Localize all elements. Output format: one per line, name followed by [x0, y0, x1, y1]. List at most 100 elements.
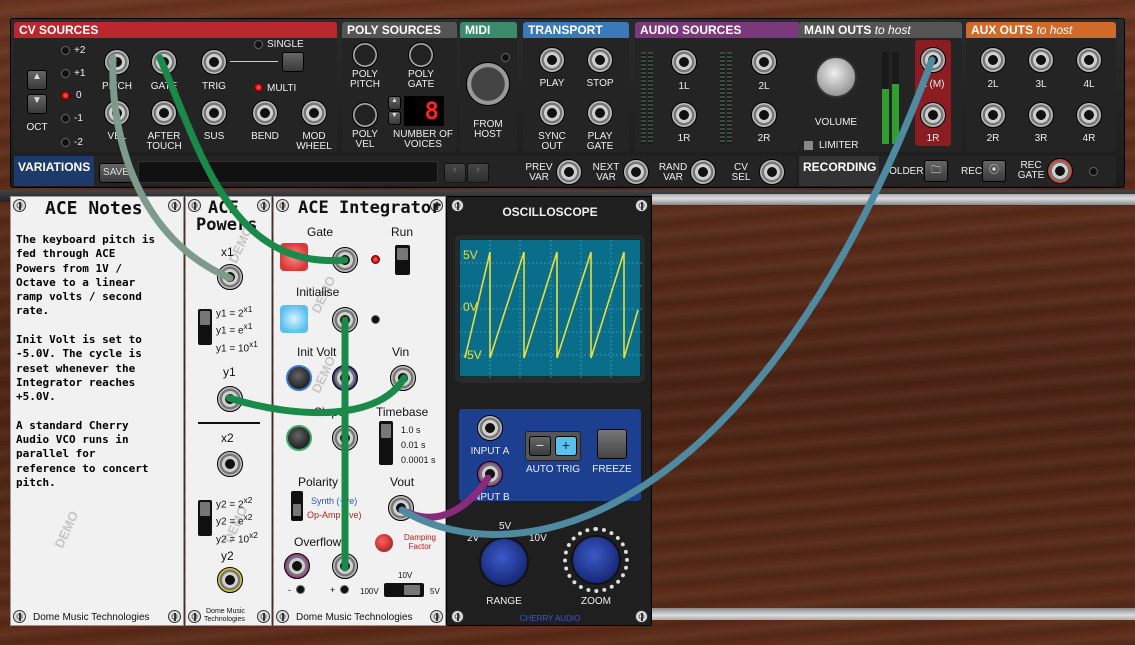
- screw: [257, 199, 270, 212]
- folder-button[interactable]: 🗀: [924, 160, 948, 182]
- auto-trig-label: AUTO TRIG: [525, 464, 581, 475]
- minus-sign: -: [288, 585, 291, 595]
- init-volt-jack[interactable]: [332, 365, 358, 391]
- range-mark-5v: 5V: [499, 521, 512, 532]
- y2-jack[interactable]: [217, 567, 243, 593]
- oct-up-button[interactable]: ▲: [27, 70, 47, 90]
- scope-waveform: [460, 240, 642, 378]
- poly-gate-jack[interactable]: [408, 42, 434, 68]
- range-knob[interactable]: [479, 537, 529, 587]
- play-gate-jack[interactable]: [587, 100, 613, 126]
- audio-sources-section: AUDIO SOURCES 1L 2L 1R 2R: [635, 22, 800, 152]
- play-label: PLAY: [539, 78, 565, 89]
- limiter-checkbox[interactable]: [803, 140, 814, 151]
- freeze-button[interactable]: [597, 429, 627, 459]
- midi-section: MIDI FROM HOST: [460, 22, 517, 152]
- voices-down-button[interactable]: ▼: [388, 111, 401, 125]
- sync-out-label: SYNC OUT: [538, 131, 566, 152]
- input-a-jack[interactable]: [477, 415, 503, 441]
- audio-2r-jack[interactable]: [751, 102, 777, 128]
- auto-trig-minus-button[interactable]: −: [529, 436, 551, 456]
- overflow-range-switch[interactable]: [384, 583, 424, 597]
- bend-jack[interactable]: [252, 100, 278, 126]
- y1-function-switch[interactable]: [198, 309, 212, 345]
- slope-knob[interactable]: [286, 425, 312, 451]
- after-touch-jack[interactable]: [151, 100, 177, 126]
- aux-3l-jack[interactable]: [1028, 47, 1054, 73]
- poly-sources-section: POLY SOURCES POLY PITCH POLY GATE POLY V…: [342, 22, 457, 152]
- x1-jack[interactable]: [217, 264, 243, 290]
- variations-next-arrow[interactable]: ›: [467, 163, 489, 183]
- play-jack[interactable]: [539, 47, 565, 73]
- v5-label: 5V: [430, 587, 440, 596]
- polarity-switch[interactable]: [291, 491, 303, 521]
- rec-gate-jack[interactable]: [1047, 158, 1073, 184]
- aux-2r-jack[interactable]: [980, 102, 1006, 128]
- screw: [430, 610, 443, 623]
- damping-knob[interactable]: [375, 534, 393, 552]
- cv-sel-jack[interactable]: [759, 159, 785, 185]
- audio-sources-title: AUDIO SOURCES: [635, 22, 800, 38]
- audio-2r-label: 2R: [757, 133, 771, 144]
- screw: [188, 610, 201, 623]
- poly-vel-jack[interactable]: [352, 102, 378, 128]
- slope-jack[interactable]: [332, 425, 358, 451]
- rec-button[interactable]: ⦿: [982, 160, 1006, 182]
- audio-1r-jack[interactable]: [671, 102, 697, 128]
- screw: [188, 199, 201, 212]
- x2-jack[interactable]: [217, 451, 243, 477]
- slope-label: Slope: [314, 405, 345, 419]
- overflow-pos-jack[interactable]: [332, 553, 358, 579]
- damping-label: Damping Factor: [403, 533, 436, 551]
- rand-var-jack[interactable]: [690, 159, 716, 185]
- sync-out-jack[interactable]: [539, 100, 565, 126]
- audio-1l-jack[interactable]: [671, 49, 697, 75]
- main-l-jack[interactable]: [920, 47, 946, 73]
- after-touch-label: AFTER TOUCH: [146, 131, 182, 152]
- top-panel: CV SOURCES ▲ ▼ OCT +2 +1 0 -1 -2 PITCH G…: [10, 18, 1125, 188]
- audio-2l-jack[interactable]: [751, 49, 777, 75]
- vel-label: VEL: [107, 131, 127, 142]
- auto-trig-plus-button[interactable]: +: [555, 436, 577, 456]
- rec-gate-label: REC GATE: [1017, 160, 1045, 181]
- y2-function-switch[interactable]: [198, 500, 212, 536]
- gate-button[interactable]: [280, 243, 308, 271]
- zoom-knob[interactable]: [571, 535, 621, 585]
- single-multi-button[interactable]: [282, 52, 304, 72]
- volume-knob[interactable]: [815, 56, 857, 98]
- overflow-pos-led: [340, 585, 349, 594]
- oct-down-button[interactable]: ▼: [27, 94, 47, 114]
- aux-4r-jack[interactable]: [1076, 102, 1102, 128]
- gate-jack[interactable]: [151, 49, 177, 75]
- y1-jack[interactable]: [217, 386, 243, 412]
- midi-connector: [466, 62, 510, 106]
- vel-jack[interactable]: [104, 100, 130, 126]
- mod-wheel-jack[interactable]: [301, 100, 327, 126]
- sus-jack[interactable]: [201, 100, 227, 126]
- variations-slots[interactable]: [138, 161, 438, 183]
- overflow-neg-jack[interactable]: [284, 553, 310, 579]
- voices-up-button[interactable]: ▲: [388, 96, 401, 110]
- run-switch[interactable]: [395, 245, 410, 275]
- pitch-jack[interactable]: [104, 49, 130, 75]
- variations-prev-arrow[interactable]: ‹: [444, 163, 466, 183]
- main-r-jack[interactable]: [920, 102, 946, 128]
- aux-outs-section: AUX OUTS to host 2L 3L 4L 2R 3R 4R: [966, 22, 1116, 152]
- prev-var-jack[interactable]: [556, 159, 582, 185]
- input-b-jack[interactable]: [477, 461, 503, 487]
- gate-input-jack[interactable]: [332, 247, 358, 273]
- aux-2l-jack[interactable]: [980, 47, 1006, 73]
- trig-jack[interactable]: [201, 49, 227, 75]
- vin-jack[interactable]: [390, 365, 416, 391]
- save-variation-button[interactable]: SAVE: [99, 163, 133, 183]
- aux-4l-jack[interactable]: [1076, 47, 1102, 73]
- poly-pitch-jack[interactable]: [352, 42, 378, 68]
- vout-jack[interactable]: [388, 495, 414, 521]
- rand-var-label: RAND VAR: [658, 162, 688, 183]
- aux-3r-jack[interactable]: [1028, 102, 1054, 128]
- next-var-jack[interactable]: [623, 159, 649, 185]
- stop-jack[interactable]: [587, 47, 613, 73]
- initialise-button[interactable]: [280, 305, 308, 333]
- timebase-switch[interactable]: [379, 421, 393, 465]
- initialise-input-jack[interactable]: [332, 307, 358, 333]
